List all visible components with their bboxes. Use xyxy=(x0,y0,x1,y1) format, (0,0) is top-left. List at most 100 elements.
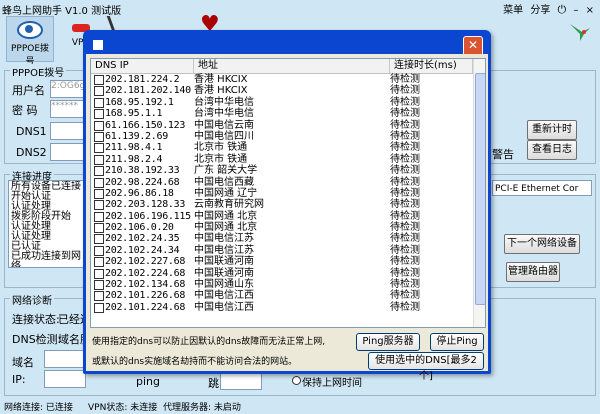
dns-row-checkbox[interactable] xyxy=(94,188,104,199)
window-controls: 菜单 分享 ⏻ – × xyxy=(503,1,594,17)
ip-label: IP: xyxy=(12,373,26,386)
dns-row-checkbox[interactable] xyxy=(94,223,104,234)
ping-server-button[interactable]: Ping服务器 xyxy=(356,333,420,351)
dns1-field[interactable] xyxy=(50,122,86,140)
power-icon[interactable]: ⏻ xyxy=(558,3,567,16)
dns-row[interactable]: 211.98.2.4 北京市 铁通 待检测 xyxy=(91,154,473,165)
dns-row-checkbox[interactable] xyxy=(94,86,104,97)
dns-row[interactable]: 202.102.24.35 中国电信江苏 待检测 xyxy=(91,233,473,245)
share-button[interactable]: 分享 xyxy=(530,5,550,16)
column-dns-ip[interactable]: DNS IP xyxy=(91,59,194,73)
dns-location: 北京市 铁通 xyxy=(194,153,248,165)
dns-row[interactable]: 202.181.202.140 香港 HKCIX 待检测 xyxy=(91,85,473,97)
dns-latency: 待检测 xyxy=(390,85,420,97)
column-latency[interactable]: 连接时长(ms) xyxy=(390,59,473,73)
dns-row[interactable]: 168.95.1.1 台湾中华电信 待检测 xyxy=(91,108,473,120)
dns-row-checkbox[interactable] xyxy=(94,291,104,302)
close-app-button[interactable]: × xyxy=(586,5,594,16)
manage-router-button[interactable]: 管理路由器 xyxy=(506,262,560,282)
dns-row-checkbox[interactable] xyxy=(94,75,104,85)
dns-row-checkbox[interactable] xyxy=(94,268,104,279)
domain-field[interactable] xyxy=(44,350,86,368)
dns-row[interactable]: 211.98.4.1 北京市 铁通 待检测 xyxy=(91,142,473,154)
dns-row[interactable]: 202.102.24.34 中国电信江苏 待检测 xyxy=(91,245,473,256)
dns-latency: 待检测 xyxy=(390,96,420,108)
password-field[interactable]: ****** xyxy=(50,100,86,118)
dns-row-checkbox[interactable] xyxy=(94,97,104,108)
dns-ip: 202.101.224.68 xyxy=(105,301,186,313)
dns-row[interactable]: 202.98.224.68 中国电信西藏 待检测 xyxy=(91,177,473,188)
dns-ip: 202.181.224.2 xyxy=(105,74,180,85)
dns-row-checkbox[interactable] xyxy=(94,154,104,165)
dns-row-checkbox[interactable] xyxy=(94,131,104,142)
dns-row-checkbox[interactable] xyxy=(94,234,104,245)
dns-row-checkbox[interactable] xyxy=(94,280,104,291)
dns-row[interactable]: 202.181.224.2 香港 HKCIX 待检测 xyxy=(91,74,473,85)
adapter-select[interactable]: PCI-E Ethernet Cor xyxy=(492,180,592,196)
dns-row[interactable]: 202.102.227.68 中国联通河南 待检测 xyxy=(91,256,473,268)
dns-location: 云南教育研究网 xyxy=(194,199,264,211)
ping-count-field[interactable] xyxy=(220,372,262,390)
dns-row[interactable]: 202.106.196.115 中国网通 北京 待检测 xyxy=(91,211,473,222)
dns-row-checkbox[interactable] xyxy=(94,302,104,313)
dns-location: 中国电信江西 xyxy=(194,290,254,302)
dns-latency: 待检测 xyxy=(390,176,420,188)
dns-ip: 168.95.1.1 xyxy=(105,108,163,120)
dns-location: 香港 HKCIX xyxy=(194,85,248,97)
dns-row[interactable]: 210.38.192.33 广东 韶关大学 待检测 xyxy=(91,165,473,177)
scrollbar-thumb[interactable] xyxy=(475,73,485,305)
dns-latency: 待检测 xyxy=(390,301,420,313)
keep-online-radio[interactable] xyxy=(292,376,301,385)
dns-row-checkbox[interactable] xyxy=(94,166,104,177)
dns-location: 中国联通河南 xyxy=(194,267,254,279)
dns-row[interactable]: 202.101.224.68 中国电信江西 待检测 xyxy=(91,302,473,313)
dns2-field[interactable] xyxy=(50,143,86,161)
view-log-button[interactable]: 查看日志 xyxy=(527,140,577,160)
stop-ping-button[interactable]: 停止Ping xyxy=(430,333,484,351)
username-field[interactable]: 2:OG6g xyxy=(50,80,86,98)
progress-log: 所有设备已连接 开始认证 认证处理 拨影阶段开始 认证处理 认证处理 已认证 已… xyxy=(8,180,86,268)
dns-row-checkbox[interactable] xyxy=(94,200,104,211)
app-title-bar: 蜂鸟上网助手 V1.0 测试版 菜单 分享 ⏻ – × xyxy=(0,0,600,17)
next-adapter-button[interactable]: 下一个网络设备 xyxy=(504,234,580,254)
dns-row-checkbox[interactable] xyxy=(94,257,104,268)
retime-button[interactable]: 重新计时 xyxy=(527,120,577,140)
dns-row[interactable]: 202.101.226.68 中国电信江西 待检测 xyxy=(91,290,473,302)
dns-table-scrollbar[interactable] xyxy=(473,59,485,327)
dns-row-checkbox[interactable] xyxy=(94,211,104,222)
use-selected-dns-button[interactable]: 使用选中的DNS[最多2个] xyxy=(368,352,484,382)
dns-row-checkbox[interactable] xyxy=(94,120,104,131)
dns-row[interactable]: 202.203.128.33 云南教育研究网 待检测 xyxy=(91,199,473,211)
tab-pppoe[interactable]: PPPOE拨号 xyxy=(6,16,54,67)
minimize-button[interactable]: – xyxy=(573,5,578,16)
dns-row[interactable]: 202.106.0.20 中国网通 北京 待检测 xyxy=(91,222,473,234)
ip-field[interactable] xyxy=(44,370,86,388)
dns-location: 中国电信江苏 xyxy=(194,233,254,245)
dns-row[interactable]: 202.102.224.68 中国联通河南 待检测 xyxy=(91,268,473,279)
dns-ip: 202.203.128.33 xyxy=(105,199,186,211)
dns-location: 中国电信江苏 xyxy=(194,244,254,256)
diag-group-title: 网络诊断 xyxy=(10,292,54,307)
dns-row[interactable]: 61.139.2.69 中国电信四川 待检测 xyxy=(91,131,473,142)
hummingbird-logo xyxy=(570,24,590,41)
dns-row[interactable]: 168.95.192.1 台湾中华电信 待检测 xyxy=(91,97,473,108)
dns-latency: 待检测 xyxy=(390,233,420,245)
dialog-close-button[interactable]: ✕ xyxy=(463,36,483,56)
dns-row[interactable]: 202.96.86.18 中国网通 辽宁 待检测 xyxy=(91,188,473,199)
dns-location: 中国网通 辽宁 xyxy=(194,187,258,199)
dns-row-checkbox[interactable] xyxy=(94,245,104,256)
dns-location: 台湾中华电信 xyxy=(194,108,254,120)
dns-location: 北京市 铁通 xyxy=(194,142,248,154)
app-title: 蜂鸟上网助手 V1.0 测试版 xyxy=(2,6,122,17)
username-label: 用户名 xyxy=(12,84,45,97)
dns-latency: 待检测 xyxy=(390,142,420,154)
column-location[interactable]: 地址 xyxy=(194,59,390,73)
dns-ip: 202.102.24.35 xyxy=(105,233,180,245)
dns-row[interactable]: 61.166.150.123 中国电信云南 待检测 xyxy=(91,120,473,131)
dns-row-checkbox[interactable] xyxy=(94,109,104,120)
dns-row[interactable]: 202.102.134.68 中国网通山东 待检测 xyxy=(91,279,473,291)
dns-location: 中国电信西藏 xyxy=(194,176,254,188)
dns-row-checkbox[interactable] xyxy=(94,177,104,188)
menu-button[interactable]: 菜单 xyxy=(503,5,523,16)
dns-row-checkbox[interactable] xyxy=(94,143,104,154)
